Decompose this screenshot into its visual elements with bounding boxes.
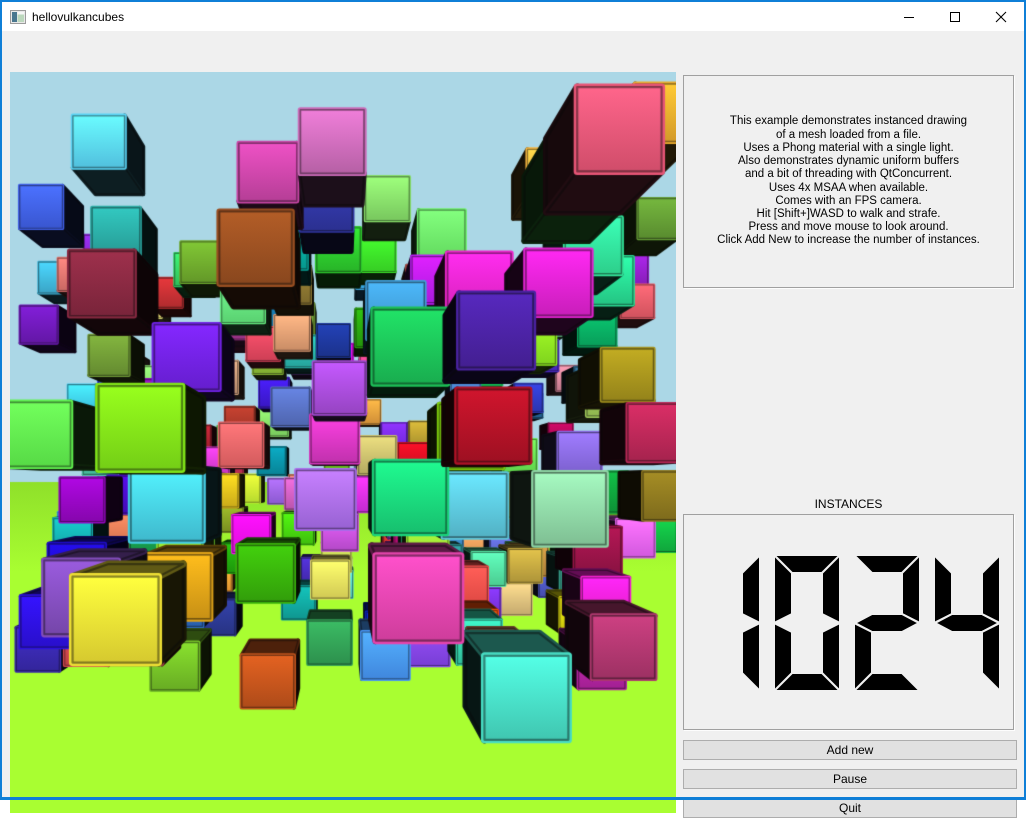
window-title: hellovulkancubes [32,10,124,24]
app-window: hellovulkancubes This example demonstrat… [0,0,1026,800]
app-icon [10,9,26,25]
quit-button[interactable]: Quit [683,798,1017,818]
info-box: This example demonstrates instanced draw… [683,75,1014,288]
maximize-button[interactable] [932,2,978,31]
info-line: Also demonstrates dynamic uniform buffer… [738,155,959,168]
close-icon [995,11,1007,23]
info-line: Uses a Phong material with a single ligh… [743,142,953,155]
pause-button[interactable]: Pause [683,769,1017,789]
close-button[interactable] [978,2,1024,31]
client-area: This example demonstrates instanced draw… [0,31,1026,800]
minimize-button[interactable] [886,2,932,31]
add-new-button[interactable]: Add new [683,740,1017,760]
info-line: of a mesh loaded from a file. [776,129,921,142]
info-line: This example demonstrates instanced draw… [730,115,967,128]
info-line: Hit [Shift+]WASD to walk and strafe. [757,208,941,221]
3d-viewport[interactable] [10,72,676,813]
info-line: and a bit of threading with QtConcurrent… [745,168,952,181]
minimize-icon [903,11,915,23]
info-line: Press and move mouse to look around. [748,221,948,234]
lcd-display [683,514,1014,730]
instances-label: INSTANCES [683,497,1014,511]
info-line: Uses 4x MSAA when available. [769,182,928,195]
maximize-icon [949,11,961,23]
window-controls [886,2,1024,31]
info-line: Comes with an FPS camera. [775,195,921,208]
title-bar[interactable]: hellovulkancubes [2,2,1024,31]
info-line: Click Add New to increase the number of … [717,234,980,247]
